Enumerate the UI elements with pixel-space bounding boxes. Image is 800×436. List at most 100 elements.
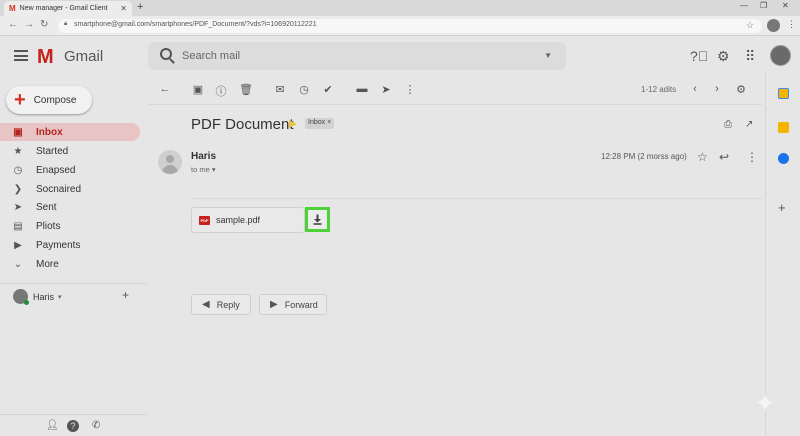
sidebar-bottom-divider: [0, 414, 147, 415]
tab-close-icon[interactable]: ✕: [120, 4, 127, 13]
tag-icon: ▶: [14, 239, 22, 251]
browser-tab[interactable]: M New manager - Gmail Client ✕: [4, 1, 132, 16]
phone-icon[interactable]: ✆: [92, 420, 100, 431]
maximize-icon[interactable]: ❐: [760, 1, 767, 10]
pager-text: 1-12 adits: [641, 85, 677, 94]
reply-label: Reply: [216, 299, 240, 310]
report-spam-icon[interactable]: ⓘ: [214, 83, 228, 99]
main-menu-icon[interactable]: [14, 50, 28, 61]
hangouts-dropdown-icon[interactable]: ▾: [58, 293, 62, 301]
browser-profile-avatar[interactable]: [767, 19, 780, 32]
calendar-addon-icon[interactable]: [778, 88, 789, 99]
sender-name: Haris: [191, 151, 217, 162]
settings-gear-icon[interactable]: ⚙: [717, 48, 730, 65]
bookmark-star-icon[interactable]: ☆: [746, 20, 754, 31]
sidebar-item-label: Started: [36, 145, 69, 157]
compose-button[interactable]: + Compose: [6, 86, 92, 114]
labels-icon[interactable]: ➤: [379, 83, 393, 96]
compose-label: Compose: [33, 94, 77, 106]
url-field[interactable]: 🔒︎ smartphone@gmail.com/smartphones/PDF_…: [58, 19, 762, 33]
compose-plus-icon: +: [14, 89, 26, 111]
message-date: 12:28 PM (2 morss ago): [601, 152, 687, 161]
more-actions-icon[interactable]: ⋮: [403, 83, 417, 96]
download-icon: [313, 214, 322, 225]
sidebar-item-label: More: [36, 258, 59, 270]
older-chevron-right-icon[interactable]: ›: [710, 83, 724, 95]
delete-icon[interactable]: 🗑︎: [239, 83, 253, 96]
snooze-icon: ◷: [13, 164, 23, 176]
forward-button[interactable]: ▶ Forward: [259, 294, 327, 315]
label-icon: ❯: [13, 183, 23, 195]
reply-arrow-icon[interactable]: ↩: [719, 150, 729, 164]
email-subject: PDF Document: [191, 116, 294, 133]
sender-avatar: [158, 150, 182, 174]
star-message-icon[interactable]: ☆: [697, 150, 708, 164]
toolbar-settings-icon[interactable]: ⚙: [734, 83, 748, 96]
message-more-icon[interactable]: ⋮: [746, 150, 758, 164]
important-marker-icon[interactable]: [289, 120, 297, 128]
reply-icon: ◀: [202, 299, 210, 310]
browser-tab-bar: M New manager - Gmail Client ✕ + — ❐ ✕: [0, 0, 800, 16]
forward-nav-icon[interactable]: →: [24, 19, 34, 30]
sidebar-item-more[interactable]: ⌄ More: [0, 255, 140, 273]
search-input[interactable]: Search mail ▼: [148, 42, 566, 70]
sidebar-item-inbox[interactable]: ▣ Inbox: [0, 123, 140, 141]
star-icon: ★: [13, 145, 23, 157]
keep-addon-icon[interactable]: [778, 122, 789, 133]
sidebar-item-enapsed[interactable]: ◷ Enapsed: [0, 161, 140, 179]
address-bar: ← → ↻ 🔒︎ smartphone@gmail.com/smartphone…: [0, 16, 800, 36]
gmail-logo-text[interactable]: Gmail: [64, 48, 103, 65]
download-button[interactable]: [305, 207, 330, 232]
search-options-icon[interactable]: ▼: [544, 51, 552, 60]
archive-icon[interactable]: ▣: [191, 83, 205, 96]
chat-icon[interactable]: ?: [67, 420, 79, 432]
sidebar-item-pliots[interactable]: ▤ Pliots: [0, 217, 140, 235]
apps-grid-icon[interactable]: ⠿: [745, 48, 755, 65]
back-to-inbox-icon[interactable]: ←: [158, 83, 172, 95]
sidebar-item-sent[interactable]: ➤ Sent: [0, 198, 140, 216]
sidebar-item-label: Sent: [36, 201, 57, 213]
newer-chevron-left-icon[interactable]: ‹: [688, 83, 702, 95]
move-to-icon[interactable]: ▬: [355, 83, 369, 95]
pdf-file-icon: PDF: [199, 216, 210, 225]
reply-button[interactable]: ◀ Reply: [191, 294, 251, 315]
sidebar-item-label: Enapsed: [36, 164, 76, 176]
recipient-details-toggle[interactable]: to me ▾: [191, 165, 216, 174]
sidebar-item-payments[interactable]: ▶ Payments: [0, 236, 140, 254]
label-chip-text: Inbox: [308, 119, 326, 126]
sidebar-item-started[interactable]: ★ Started: [0, 142, 140, 160]
gmail-logo-icon[interactable]: M: [37, 46, 54, 69]
search-placeholder: Search mail: [182, 50, 241, 62]
url-text: smartphone@gmail.com/smartphones/PDF_Doc…: [74, 21, 317, 28]
mark-unread-icon[interactable]: ✉: [273, 83, 287, 96]
add-contact-icon[interactable]: +: [122, 288, 129, 302]
tasks-addon-icon[interactable]: [778, 153, 789, 164]
account-avatar[interactable]: [770, 45, 791, 66]
forward-icon: ▶: [270, 299, 278, 310]
minimize-icon[interactable]: —: [740, 1, 748, 10]
window-close-icon[interactable]: ✕: [782, 1, 789, 10]
remove-label-icon[interactable]: ×: [327, 119, 331, 126]
new-tab-button[interactable]: +: [137, 1, 143, 13]
add-task-icon[interactable]: ✔: [321, 83, 335, 96]
print-icon[interactable]: ⎙: [724, 119, 732, 130]
contacts-person-icon[interactable]: 👤︎: [46, 420, 59, 431]
send-icon: ➤: [13, 201, 23, 213]
chevron-down-icon: ⌄: [13, 258, 23, 270]
snooze-clock-icon[interactable]: ◷: [297, 83, 311, 96]
open-new-window-icon[interactable]: ↗: [745, 119, 753, 130]
sidebar-item-socnaired[interactable]: ❯ Socnaired: [0, 180, 140, 198]
sidebar-item-label: Inbox: [36, 126, 63, 138]
add-addon-icon[interactable]: +: [778, 200, 786, 215]
toolbar-divider: [148, 104, 762, 105]
search-icon[interactable]: [160, 48, 172, 60]
hangouts-user[interactable]: Haris ▾: [13, 289, 62, 305]
attachment-card[interactable]: PDF sample.pdf: [191, 207, 305, 233]
side-panel-divider: [765, 72, 766, 436]
hangouts-avatar: [13, 289, 29, 305]
back-icon[interactable]: ←: [8, 19, 18, 30]
browser-menu-icon[interactable]: ⋮: [787, 19, 796, 30]
inbox-label-chip: Inbox ×: [305, 118, 335, 129]
reload-icon[interactable]: ↻: [40, 19, 48, 30]
help-icon[interactable]: ?⃝: [690, 48, 708, 64]
